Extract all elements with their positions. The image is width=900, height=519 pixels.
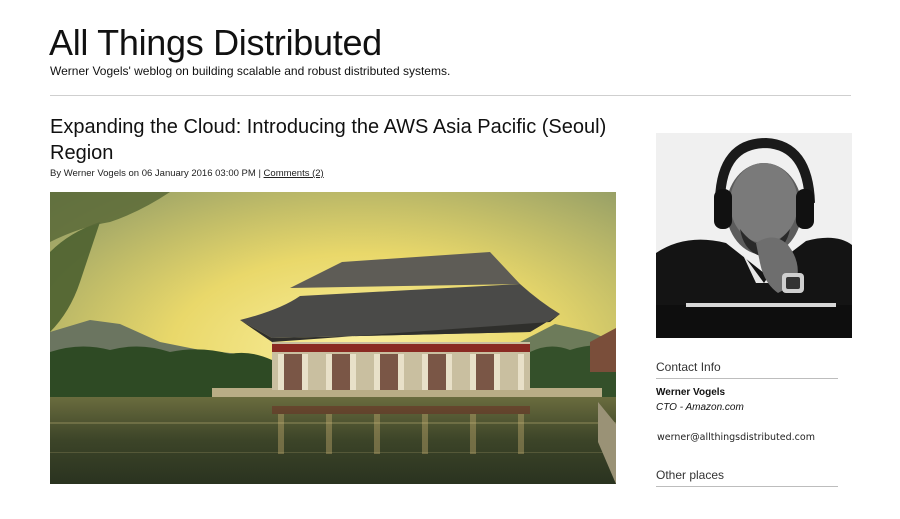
contact-email-link[interactable]: werner@allthingsdistributed.com bbox=[657, 432, 815, 443]
post-title[interactable]: Expanding the Cloud: Introducing the AWS… bbox=[50, 114, 610, 166]
other-places-heading: Other places bbox=[656, 468, 838, 487]
pavilion-photo bbox=[50, 192, 616, 484]
meta-separator: | bbox=[258, 168, 261, 179]
comments-link[interactable]: Comments (2) bbox=[264, 168, 324, 179]
post-hero-image bbox=[50, 192, 616, 484]
post-byline: By Werner Vogels on 06 January 2016 03:0… bbox=[50, 168, 256, 179]
contact-role: CTO - Amazon.com bbox=[656, 402, 744, 413]
site-title[interactable]: All Things Distributed bbox=[49, 22, 382, 64]
post-meta: By Werner Vogels on 06 January 2016 03:0… bbox=[50, 168, 324, 179]
contact-info-heading: Contact Info bbox=[656, 360, 838, 379]
contact-name: Werner Vogels bbox=[656, 387, 726, 398]
author-photo bbox=[656, 133, 852, 338]
author-portrait bbox=[656, 133, 852, 338]
header-divider bbox=[50, 95, 851, 96]
site-tagline: Werner Vogels' weblog on building scalab… bbox=[50, 64, 451, 78]
